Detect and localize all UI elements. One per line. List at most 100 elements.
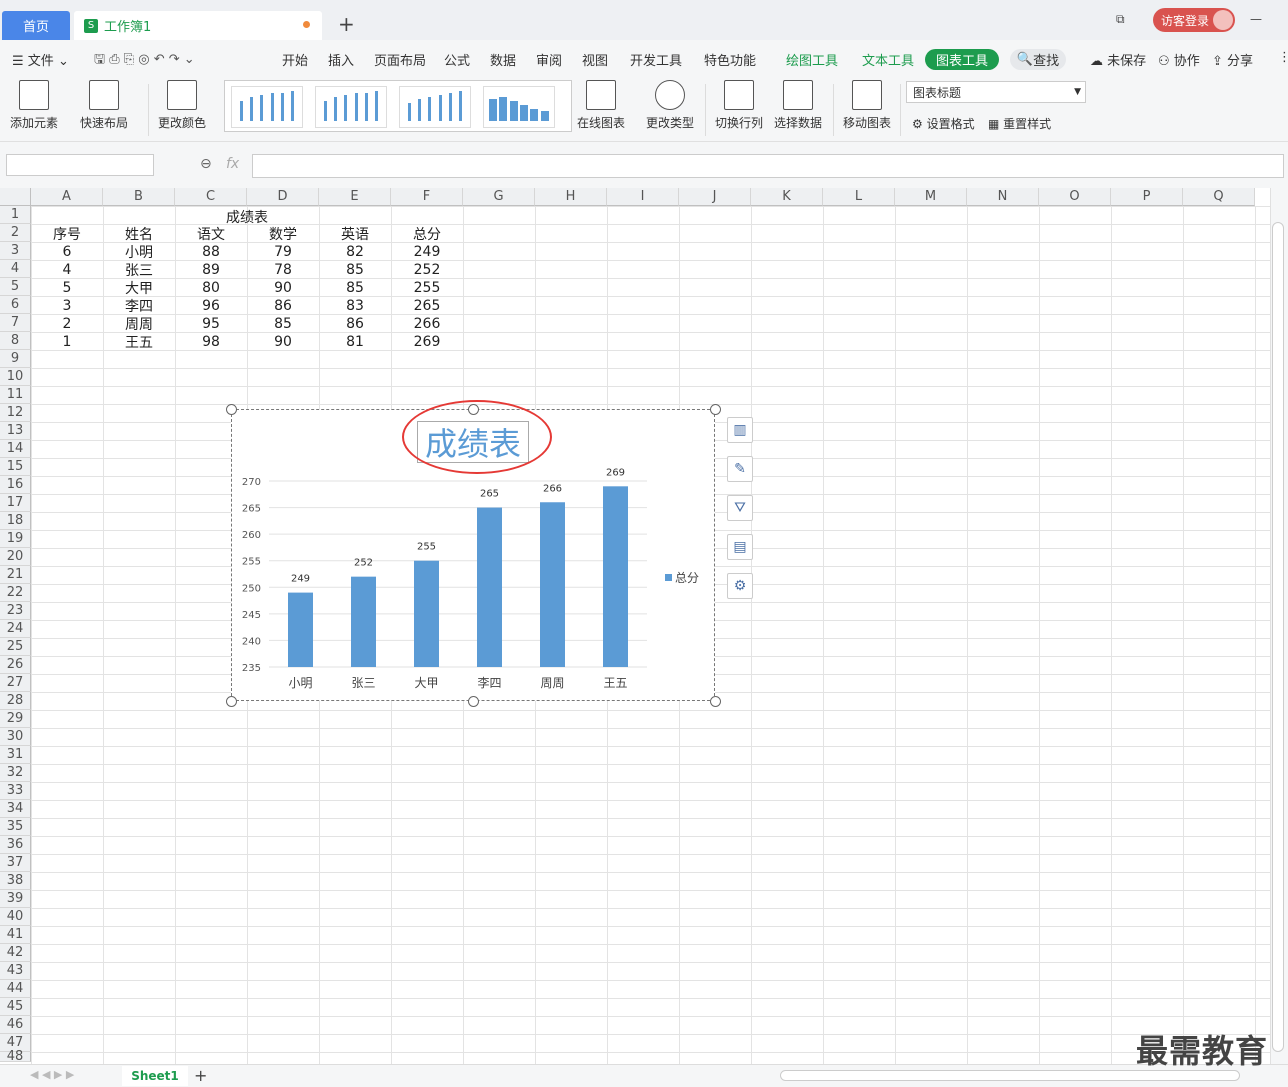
table-cell[interactable]: 98 <box>175 333 247 351</box>
row-header[interactable]: 40 <box>0 908 31 926</box>
row-header[interactable]: 45 <box>0 998 31 1016</box>
login-button[interactable]: 访客登录 <box>1153 8 1235 32</box>
set-format-button[interactable]: ⚙ 设置格式 <box>912 115 975 132</box>
reset-style-button[interactable]: ▦ 重置样式 <box>988 115 1051 132</box>
row-header[interactable]: 30 <box>0 728 31 746</box>
select-all-corner[interactable] <box>0 188 31 206</box>
table-cell[interactable]: 89 <box>175 261 247 279</box>
menu-formula[interactable]: 公式 <box>444 50 470 69</box>
row-header[interactable]: 42 <box>0 944 31 962</box>
column-header[interactable]: A <box>31 188 103 206</box>
row-header[interactable]: 26 <box>0 656 31 674</box>
row-header[interactable]: 29 <box>0 710 31 728</box>
row-header[interactable]: 22 <box>0 584 31 602</box>
menu-developer[interactable]: 开发工具 <box>630 50 682 69</box>
row-header[interactable]: 28 <box>0 692 31 710</box>
table-cell[interactable]: 255 <box>391 279 463 297</box>
column-header[interactable]: H <box>535 188 607 206</box>
column-header[interactable]: M <box>895 188 967 206</box>
chart-style-thumb[interactable] <box>231 86 303 128</box>
table-cell[interactable]: 85 <box>247 315 319 333</box>
table-cell[interactable]: 3 <box>31 297 103 315</box>
column-header[interactable]: P <box>1111 188 1183 206</box>
table-cell[interactable]: 90 <box>247 333 319 351</box>
column-header[interactable]: B <box>103 188 175 206</box>
vertical-scroll-thumb[interactable] <box>1272 222 1284 1052</box>
column-header[interactable]: L <box>823 188 895 206</box>
column-header[interactable]: E <box>319 188 391 206</box>
select-data-button[interactable]: 选择数据 <box>774 80 822 131</box>
chart-settings-gear-icon[interactable]: ⚙ <box>727 573 753 599</box>
table-cell[interactable]: 1 <box>31 333 103 351</box>
row-header[interactable]: 4 <box>0 260 31 278</box>
menu-special[interactable]: 特色功能 <box>704 50 756 69</box>
row-header[interactable]: 37 <box>0 854 31 872</box>
table-cell[interactable]: 90 <box>247 279 319 297</box>
column-header[interactable]: O <box>1039 188 1111 206</box>
quick-access-icons[interactable]: 🖫 ⎙ ⎘ ◎ ↶ ↷ ⌄ <box>94 50 195 72</box>
row-header[interactable]: 33 <box>0 782 31 800</box>
table-cell[interactable]: 周周 <box>103 315 175 333</box>
row-header[interactable]: 34 <box>0 800 31 818</box>
table-cell[interactable]: 96 <box>175 297 247 315</box>
row-header[interactable]: 6 <box>0 296 31 314</box>
fx-icon[interactable]: fx <box>226 156 239 172</box>
collab-button[interactable]: ⚇ 协作 <box>1158 50 1200 69</box>
move-chart-button[interactable]: 移动图表 <box>843 80 891 131</box>
chart-elements-icon[interactable]: ▥ <box>727 417 753 443</box>
menu-review[interactable]: 审阅 <box>536 50 562 69</box>
column-header[interactable]: J <box>679 188 751 206</box>
online-chart-button[interactable]: 在线图表 <box>577 80 625 131</box>
file-menu[interactable]: ☰ 文件 ⌄ <box>12 50 69 69</box>
row-header[interactable]: 27 <box>0 674 31 692</box>
table-cell[interactable]: 大甲 <box>103 279 175 297</box>
header-cell[interactable]: 序号 <box>31 225 103 243</box>
row-header[interactable]: 39 <box>0 890 31 908</box>
header-cell[interactable]: 语文 <box>175 225 247 243</box>
tab-home[interactable]: 首页 <box>2 11 70 40</box>
row-header[interactable]: 20 <box>0 548 31 566</box>
row-header[interactable]: 2 <box>0 224 31 242</box>
table-cell[interactable]: 83 <box>319 297 391 315</box>
zoom-icon[interactable]: ⊖ <box>200 156 212 172</box>
row-header[interactable]: 44 <box>0 980 31 998</box>
row-header[interactable]: 43 <box>0 962 31 980</box>
column-header[interactable]: D <box>247 188 319 206</box>
chart-filter-icon[interactable]: ⛛ <box>727 495 753 521</box>
table-cell[interactable]: 265 <box>391 297 463 315</box>
row-header[interactable]: 13 <box>0 422 31 440</box>
row-header[interactable]: 10 <box>0 368 31 386</box>
sheet-nav-arrows-icon[interactable]: ◀ ◀ ▶ ▶ <box>30 1068 74 1081</box>
row-header[interactable]: 41 <box>0 926 31 944</box>
minimize-icon[interactable]: — <box>1250 12 1262 26</box>
add-element-button[interactable]: 添加元素 <box>10 80 58 131</box>
column-header[interactable]: I <box>607 188 679 206</box>
sheet-tab-sheet1[interactable]: Sheet1 <box>122 1066 188 1086</box>
table-cell[interactable]: 81 <box>319 333 391 351</box>
table-cell[interactable]: 266 <box>391 315 463 333</box>
menu-page-layout[interactable]: 页面布局 <box>374 50 426 69</box>
table-cell[interactable]: 80 <box>175 279 247 297</box>
row-header[interactable]: 15 <box>0 458 31 476</box>
quick-layout-button[interactable]: 快速布局 <box>80 80 128 131</box>
row-header[interactable]: 36 <box>0 836 31 854</box>
window-layout-icon[interactable]: ⧉ <box>1116 12 1125 27</box>
header-cell[interactable]: 数学 <box>247 225 319 243</box>
menu-view[interactable]: 视图 <box>582 50 608 69</box>
chart-element-select[interactable]: 图表标题 ▼ <box>906 81 1086 103</box>
column-header[interactable]: N <box>967 188 1039 206</box>
change-color-button[interactable]: 更改颜色 <box>158 80 206 131</box>
menu-insert[interactable]: 插入 <box>328 50 354 69</box>
row-header[interactable]: 11 <box>0 386 31 404</box>
column-header[interactable]: Q <box>1183 188 1255 206</box>
row-header[interactable]: 14 <box>0 440 31 458</box>
row-header[interactable]: 46 <box>0 1016 31 1034</box>
add-sheet-plus-icon[interactable]: + <box>194 1066 207 1085</box>
menu-data[interactable]: 数据 <box>490 50 516 69</box>
row-header[interactable]: 1 <box>0 206 31 224</box>
search-button[interactable]: 🔍 查找 <box>1010 49 1066 70</box>
table-cell[interactable]: 85 <box>319 261 391 279</box>
table-cell[interactable]: 王五 <box>103 333 175 351</box>
table-cell[interactable]: 82 <box>319 243 391 261</box>
table-cell[interactable]: 李四 <box>103 297 175 315</box>
